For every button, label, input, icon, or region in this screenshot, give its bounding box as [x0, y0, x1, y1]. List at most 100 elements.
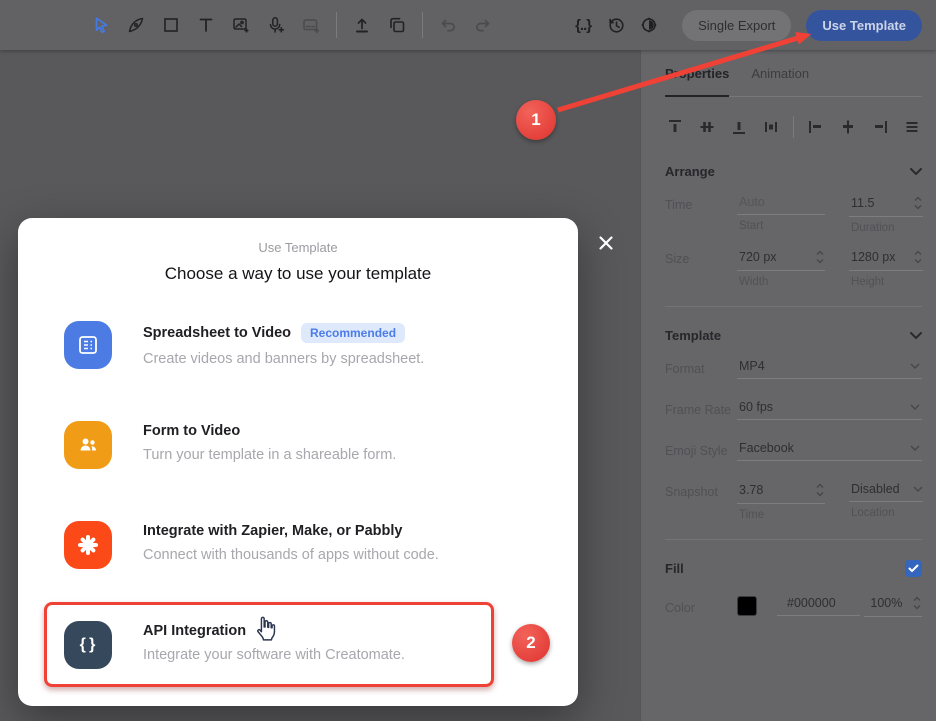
redo-icon[interactable] — [472, 14, 494, 36]
option-description: Create videos and banners by spreadsheet… — [143, 351, 424, 367]
start-input[interactable]: Auto — [737, 195, 825, 215]
height-value: 1280 px — [851, 250, 895, 264]
frame-rate-select[interactable]: 60 fps — [737, 400, 922, 420]
time-label: Time — [665, 195, 737, 234]
stepper-icon[interactable] — [913, 195, 923, 211]
code-braces-icon: { } — [64, 621, 112, 669]
history-icon[interactable] — [605, 14, 627, 36]
template-title: Template — [665, 328, 721, 343]
option-title: Form to Video — [143, 423, 240, 439]
section-divider — [665, 306, 922, 307]
color-swatch[interactable] — [737, 596, 757, 616]
shape-tool-icon[interactable] — [160, 14, 182, 36]
undo-icon[interactable] — [437, 14, 459, 36]
snapshot-time-sublabel: Time — [737, 509, 825, 521]
text-tool-icon[interactable] — [195, 14, 217, 36]
fill-title: Fill — [665, 561, 684, 576]
align-top-icon[interactable] — [665, 117, 685, 137]
draw-tool-icon[interactable] — [125, 14, 147, 36]
annotation-step-1: 1 — [516, 100, 556, 140]
option-form-to-video[interactable]: Form to Video Turn your template in a sh… — [64, 421, 542, 469]
voiceover-tool-icon[interactable] — [265, 14, 287, 36]
stretch-horizontal-icon[interactable] — [902, 117, 922, 137]
frame-rate-value: 60 fps — [739, 400, 773, 414]
toolbar-right: {..} Single Export Use Template — [561, 10, 922, 41]
width-input[interactable]: 720 px — [737, 249, 825, 271]
fill-checkbox[interactable] — [905, 560, 922, 577]
arrange-section-header[interactable]: Arrange — [665, 162, 922, 180]
opacity-input[interactable]: 100% — [864, 595, 922, 617]
hex-input[interactable]: #000000 — [777, 596, 860, 616]
toolbar-divider — [422, 12, 423, 38]
template-section-header[interactable]: Template — [665, 326, 922, 344]
recommended-badge: Recommended — [301, 323, 405, 343]
fill-section-header: Fill — [665, 559, 922, 577]
alignment-divider — [793, 116, 794, 138]
chevron-down-icon — [910, 445, 920, 451]
zapier-asterisk-icon — [64, 521, 112, 569]
stepper-icon[interactable] — [815, 249, 825, 265]
align-horizontal-center-icon[interactable] — [838, 117, 858, 137]
align-right-icon[interactable] — [870, 117, 890, 137]
option-title: Spreadsheet to Video — [143, 325, 291, 341]
option-description: Turn your template in a shareable form. — [143, 447, 396, 463]
frame-rate-row: Frame Rate 60 fps — [665, 400, 922, 420]
snapshot-time-input[interactable]: 3.78 — [737, 482, 825, 504]
format-value: MP4 — [739, 359, 765, 373]
stepper-icon[interactable] — [913, 249, 923, 265]
use-template-modal: Use Template Choose a way to use your te… — [18, 218, 578, 706]
stepper-icon[interactable] — [912, 595, 922, 611]
modal-kicker: Use Template — [18, 240, 578, 255]
emoji-style-row: Emoji Style Facebook — [665, 441, 922, 461]
source-code-icon[interactable]: {..} — [572, 14, 594, 36]
format-select[interactable]: MP4 — [737, 359, 922, 379]
properties-sidebar: Properties Animation Arrange — [640, 50, 936, 721]
image-tool-icon[interactable] — [230, 14, 252, 36]
color-label: Color — [665, 598, 737, 615]
align-vertical-center-icon[interactable] — [697, 117, 717, 137]
chevron-down-icon — [910, 363, 920, 369]
emoji-style-select[interactable]: Facebook — [737, 441, 922, 461]
option-spreadsheet-to-video[interactable]: Spreadsheet to Video Recommended Create … — [64, 321, 542, 369]
option-title: API Integration — [143, 623, 246, 639]
section-divider — [665, 539, 922, 540]
height-input[interactable]: 1280 px — [849, 249, 923, 271]
snapshot-row: Snapshot 3.78 Time Disabled Location — [665, 482, 922, 521]
align-bottom-icon[interactable] — [729, 117, 749, 137]
alignment-toolbar — [665, 111, 922, 143]
width-sublabel: Width — [737, 276, 825, 288]
tab-properties[interactable]: Properties — [665, 50, 729, 96]
close-icon[interactable] — [594, 231, 618, 255]
snapshot-label: Snapshot — [665, 482, 737, 521]
fill-color-row: Color #000000 100% — [665, 595, 922, 617]
use-template-button[interactable]: Use Template — [806, 10, 922, 41]
annotation-step-2: 2 — [512, 624, 550, 662]
snapshot-location-select[interactable]: Disabled — [849, 482, 923, 502]
option-title: Integrate with Zapier, Make, or Pabbly — [143, 523, 402, 539]
option-integrate-zapier[interactable]: Integrate with Zapier, Make, or Pabbly C… — [64, 521, 542, 569]
chevron-down-icon — [910, 332, 922, 339]
caption-tool-icon[interactable] — [300, 14, 322, 36]
duplicate-icon[interactable] — [386, 14, 408, 36]
duration-input[interactable]: 11.5 — [849, 195, 923, 217]
sidebar-tabs: Properties Animation — [665, 50, 922, 97]
toolbar-divider — [336, 12, 337, 38]
spreadsheet-icon — [64, 321, 112, 369]
align-left-icon[interactable] — [806, 117, 826, 137]
appearance-icon[interactable] — [638, 14, 660, 36]
hex-value: #000000 — [787, 596, 836, 610]
time-row: Time Auto Start 11.5 Duration — [665, 195, 922, 234]
emoji-style-value: Facebook — [739, 441, 794, 455]
stepper-icon[interactable] — [815, 482, 825, 498]
option-api-integration[interactable]: { } API Integration Integrate your softw… — [64, 621, 542, 669]
format-label: Format — [665, 359, 737, 379]
check-icon — [908, 564, 919, 573]
upload-icon[interactable] — [351, 14, 373, 36]
size-label: Size — [665, 249, 737, 288]
select-tool-icon[interactable] — [90, 14, 112, 36]
single-export-button[interactable]: Single Export — [682, 10, 791, 41]
option-description: Integrate your software with Creatomate. — [143, 647, 405, 663]
stretch-vertical-icon[interactable] — [761, 117, 781, 137]
modal-heading: Choose a way to use your template — [18, 264, 578, 284]
tab-animation[interactable]: Animation — [751, 50, 809, 96]
